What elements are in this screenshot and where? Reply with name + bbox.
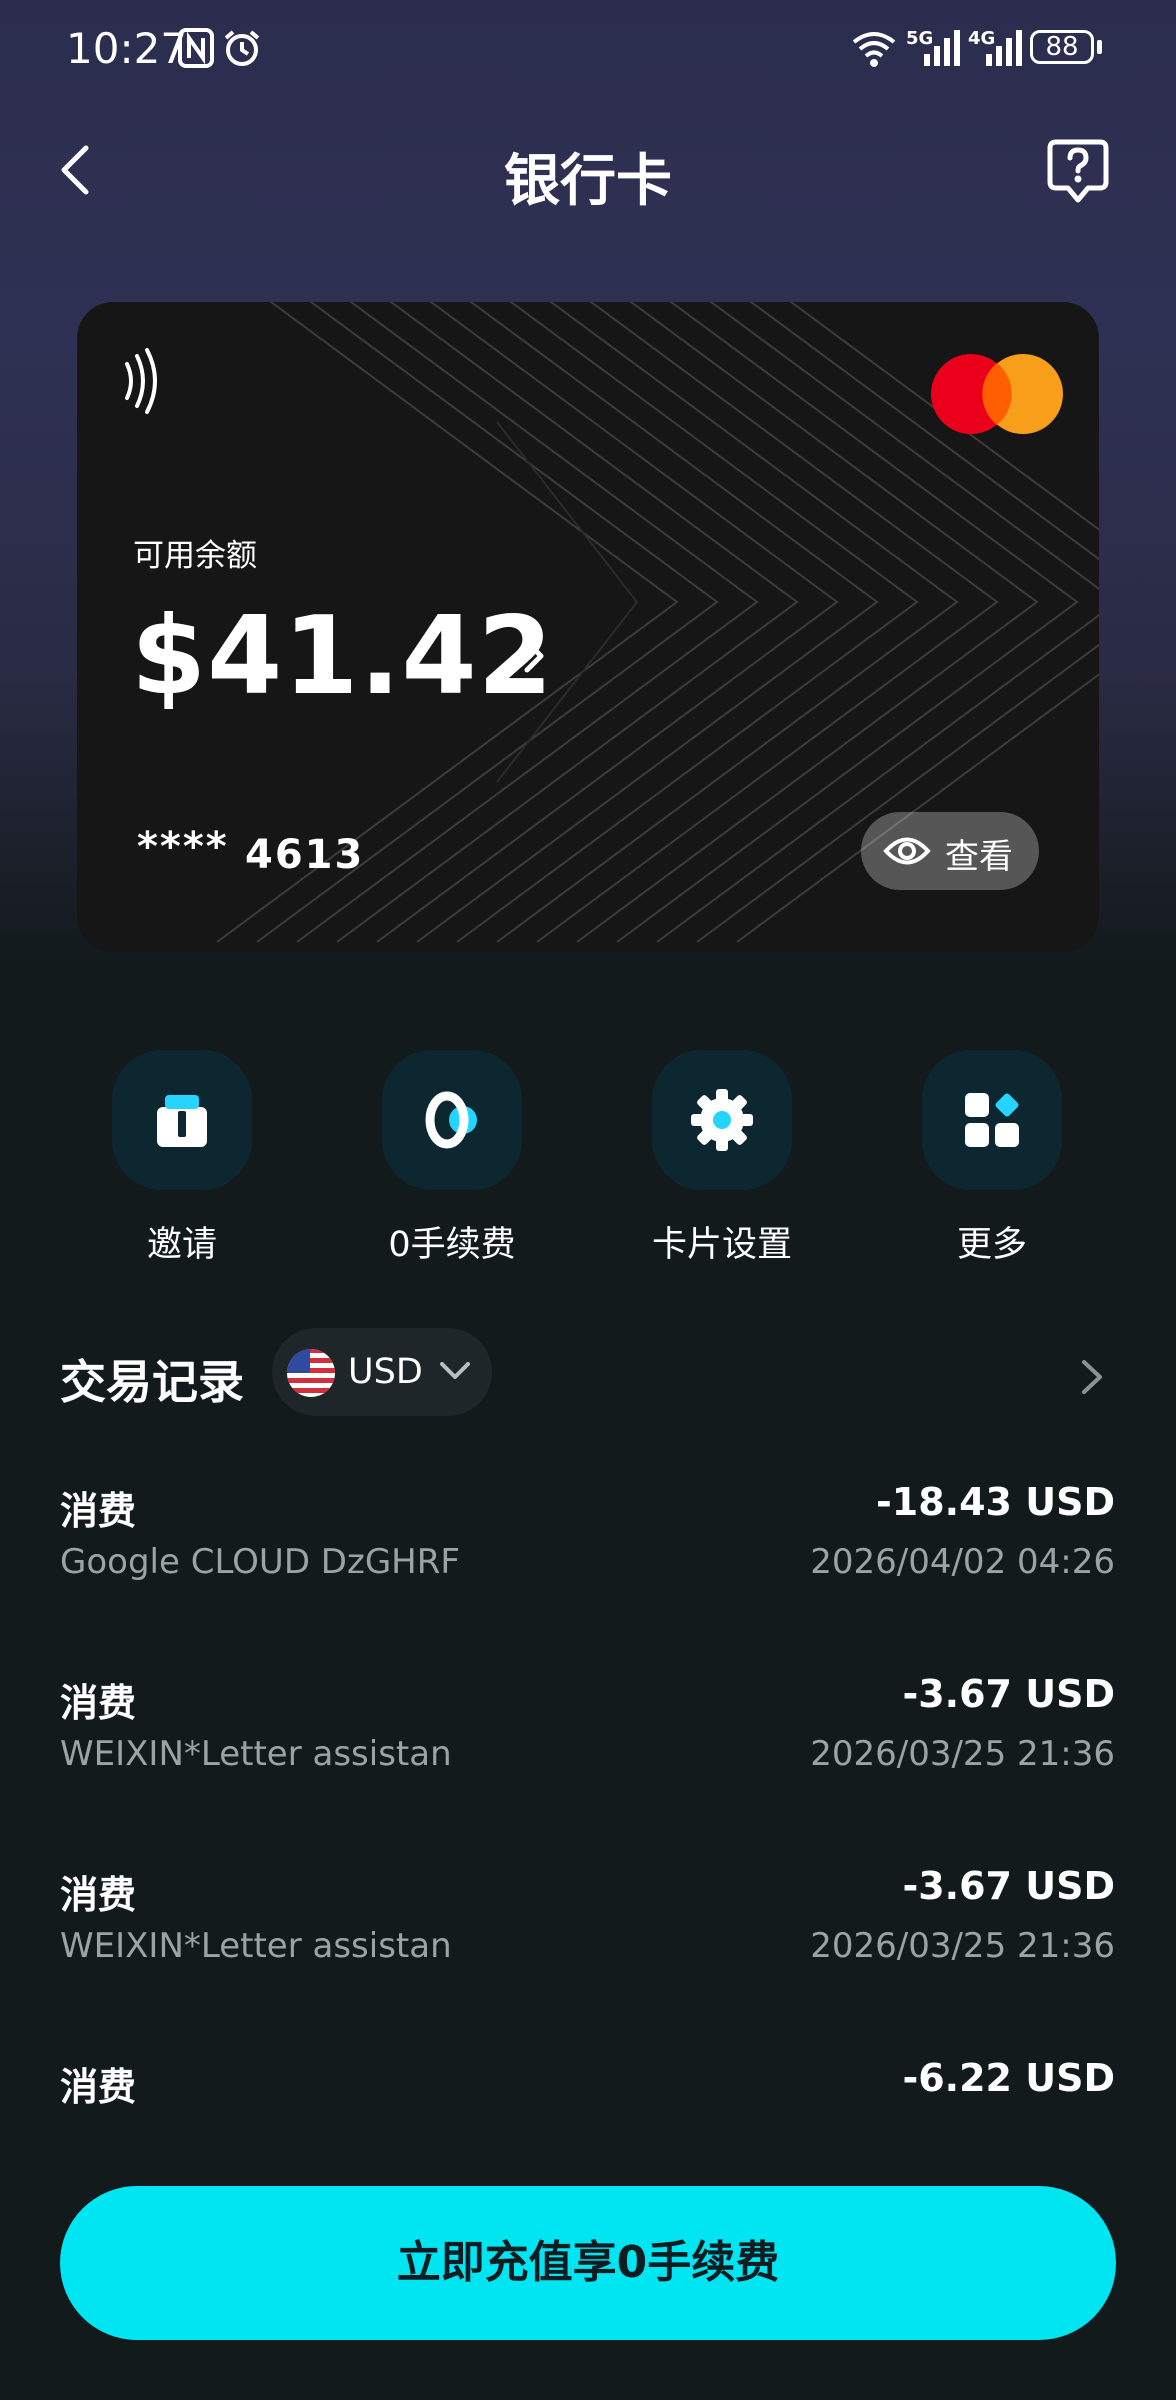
transaction-amount: -18.43 USD bbox=[876, 1480, 1115, 1524]
transaction-amount: -3.67 USD bbox=[902, 1672, 1115, 1716]
transactions-title: 交易记录 bbox=[60, 1355, 244, 1409]
battery-tip bbox=[1097, 40, 1102, 54]
transaction-date: 2026/03/25 21:36 bbox=[810, 1926, 1115, 1966]
quick-action-more[interactable]: 更多 bbox=[882, 1050, 1102, 1267]
transaction-date: 2026/04/02 04:26 bbox=[810, 1542, 1115, 1582]
page-title: 银行卡 bbox=[504, 149, 672, 214]
signal-5g-icon bbox=[924, 30, 960, 66]
transaction-amount: -3.67 USD bbox=[902, 1864, 1115, 1908]
transaction-type: 消费 bbox=[60, 1681, 137, 1725]
transaction-row[interactable]: 消费 -3.67 USD WEIXIN*Letter assistan 2026… bbox=[0, 1864, 1176, 2014]
bank-card[interactable]: 可用余额 $41.42 **** 4613 查看 bbox=[77, 302, 1099, 952]
status-time: 10:27 bbox=[66, 24, 188, 73]
balance-label: 可用余额 bbox=[133, 538, 257, 574]
grid-icon bbox=[965, 1093, 1019, 1147]
quick-actions: 邀请 0手续费 卡片设置 更多 bbox=[0, 1050, 1176, 1270]
nav-bar: 银行卡 bbox=[0, 120, 1176, 220]
more-icon-tile bbox=[922, 1050, 1062, 1190]
eye-icon bbox=[883, 837, 931, 865]
transaction-amount: -6.22 USD bbox=[902, 2056, 1115, 2100]
zero-fee-icon bbox=[425, 1091, 477, 1149]
signal-4g-icon bbox=[986, 30, 1022, 66]
currency-code: USD bbox=[348, 1352, 423, 1392]
card-settings-icon-tile bbox=[652, 1050, 792, 1190]
us-flag-icon bbox=[287, 1349, 335, 1397]
nfc-status-icon bbox=[178, 28, 214, 68]
status-bar: 10:27 5G 4G 88 bbox=[0, 0, 1176, 100]
quick-action-label: 邀请 bbox=[146, 1225, 217, 1265]
transaction-merchant: WEIXIN*Letter assistan bbox=[60, 1734, 452, 1774]
quick-action-label: 更多 bbox=[956, 1225, 1027, 1265]
transaction-date: 2026/03/25 21:36 bbox=[810, 1734, 1115, 1774]
quick-action-label: 0手续费 bbox=[388, 1225, 516, 1265]
gear-icon bbox=[691, 1089, 753, 1151]
top-up-button[interactable]: 立即充值享0手续费 bbox=[60, 2186, 1116, 2340]
contactless-icon bbox=[125, 348, 157, 414]
chevron-right-icon[interactable] bbox=[519, 632, 549, 680]
transaction-row[interactable]: 消费 -18.43 USD Google CLOUD DzGHRF 2026/0… bbox=[0, 1480, 1176, 1630]
view-card-label: 查看 bbox=[945, 837, 1013, 877]
chevron-down-icon bbox=[440, 1362, 470, 1379]
zero-fee-icon-tile bbox=[382, 1050, 522, 1190]
transaction-merchant: Google CLOUD DzGHRF bbox=[60, 1542, 460, 1582]
transactions-more-chevron-icon[interactable] bbox=[1078, 1356, 1106, 1398]
transaction-row[interactable]: 消费 -3.67 USD WEIXIN*Letter assistan 2026… bbox=[0, 1672, 1176, 1822]
help-icon[interactable] bbox=[1046, 138, 1110, 206]
card-number-mask: **** bbox=[137, 824, 229, 870]
quick-action-card-settings[interactable]: 卡片设置 bbox=[612, 1050, 832, 1267]
balance-amount[interactable]: $41.42 bbox=[131, 594, 554, 719]
battery-indicator: 88 bbox=[1030, 30, 1094, 64]
transaction-type: 消费 bbox=[60, 2065, 137, 2109]
quick-action-label: 卡片设置 bbox=[651, 1225, 792, 1265]
transaction-type: 消费 bbox=[60, 1489, 137, 1533]
invite-icon-tile bbox=[112, 1050, 252, 1190]
alarm-icon bbox=[224, 30, 260, 66]
quick-action-invite[interactable]: 邀请 bbox=[72, 1050, 292, 1267]
transaction-merchant: WEIXIN*Letter assistan bbox=[60, 1926, 452, 1966]
transaction-row[interactable]: 消费 -6.22 USD bbox=[0, 2056, 1176, 2146]
gift-icon bbox=[157, 1095, 207, 1147]
wifi-icon bbox=[852, 32, 896, 67]
transactions-header: 交易记录 USD bbox=[0, 1326, 1176, 1418]
card-last4: 4613 bbox=[245, 832, 365, 878]
mastercard-logo-icon bbox=[931, 354, 1063, 434]
view-card-button[interactable]: 查看 bbox=[861, 812, 1039, 890]
currency-selector[interactable]: USD bbox=[272, 1328, 492, 1416]
quick-action-zero-fee[interactable]: 0手续费 bbox=[342, 1050, 562, 1267]
transaction-type: 消费 bbox=[60, 1873, 137, 1917]
